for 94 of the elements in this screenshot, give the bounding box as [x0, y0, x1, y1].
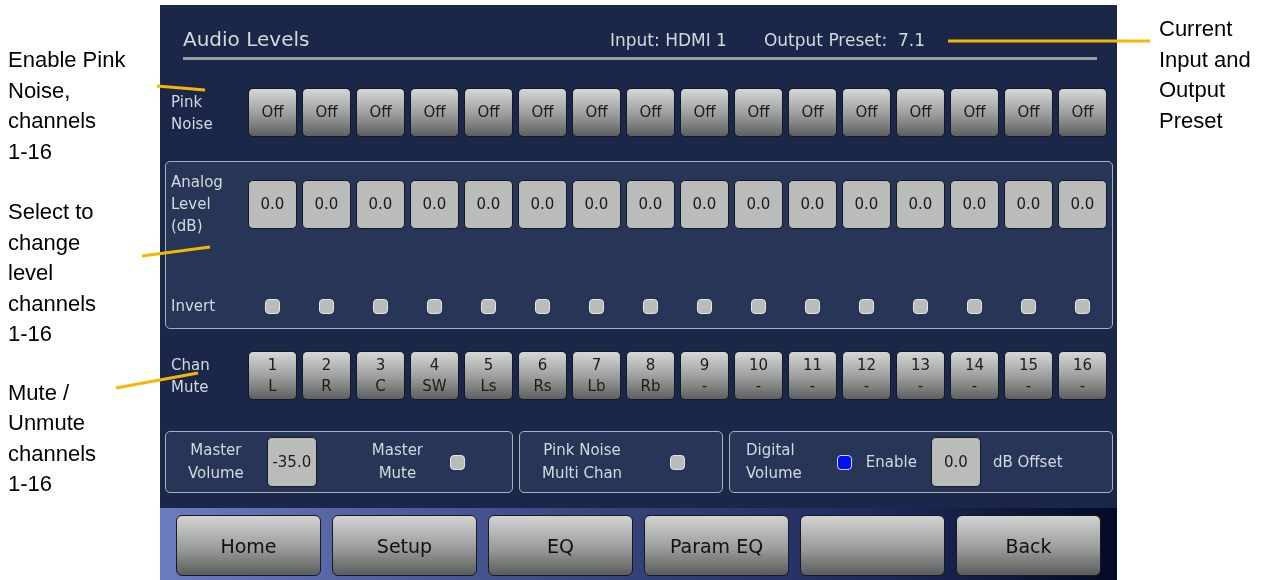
channel-mute-button[interactable]: 6 Rs: [518, 351, 567, 400]
channel-mute-button[interactable]: 16 -: [1058, 351, 1107, 400]
invert-checkbox[interactable]: [427, 298, 442, 314]
noise-toggle-button[interactable]: Off: [842, 88, 891, 137]
row-label: Analog Level (dB): [171, 172, 224, 237]
invert-checkbox[interactable]: [805, 298, 820, 314]
noise-toggle-button[interactable]: Off: [1058, 88, 1107, 137]
channel-mute-button[interactable]: 15 -: [1004, 351, 1053, 400]
invert-checkbox[interactable]: [373, 298, 388, 314]
noise-toggle-button[interactable]: Off: [518, 88, 567, 137]
noise-toggle-button[interactable]: Off: [896, 88, 945, 137]
noise-toggle-button[interactable]: Off: [410, 88, 459, 137]
annotation-text: Enable Pink Noise, channels 1-16: [8, 46, 126, 166]
master-volume-label: Master Volume: [188, 440, 244, 484]
row-label: Pink Noise: [171, 91, 214, 135]
channel-mute-button[interactable]: 9 -: [680, 351, 729, 400]
invert-checkbox[interactable]: [1021, 298, 1036, 314]
noise-toggle-button[interactable]: Off: [464, 88, 513, 137]
invert-checkbox[interactable]: [1075, 298, 1090, 314]
noise-toggle-button[interactable]: Off: [626, 88, 675, 137]
level-button[interactable]: 0.0: [896, 179, 945, 229]
nav-button[interactable]: Setup: [332, 515, 477, 576]
level-button[interactable]: 0.0: [842, 179, 891, 229]
level-button[interactable]: 0.0: [572, 179, 621, 229]
noise-toggle-button[interactable]: Off: [950, 88, 999, 137]
row-label: Invert: [171, 296, 217, 317]
noise-toggle-button[interactable]: Off: [1004, 88, 1053, 137]
offset-field[interactable]: 0.0: [930, 437, 981, 487]
enable-label: Enable: [865, 453, 917, 471]
nav-button[interactable]: Param EQ: [644, 515, 789, 576]
invert-checkbox[interactable]: [265, 298, 280, 314]
nav-button[interactable]: [800, 515, 945, 576]
annotation-text: Mute / Unmute channels 1-16: [8, 378, 97, 498]
level-button[interactable]: 0.0: [302, 179, 351, 229]
invert-checkbox[interactable]: [319, 298, 334, 314]
level-button[interactable]: 0.0: [626, 179, 675, 229]
noise-toggle-button[interactable]: Off: [572, 88, 621, 137]
invert-checkbox[interactable]: [481, 298, 496, 314]
nav-button[interactable]: EQ: [488, 515, 633, 576]
channel-mute-button[interactable]: 7 Lb: [572, 351, 621, 400]
annotation-text: Current Input and Output Preset: [1159, 15, 1252, 135]
master-mute-label: Master Mute: [371, 440, 424, 484]
level-button[interactable]: 0.0: [518, 179, 567, 229]
channel-mute-button[interactable]: 3 C: [356, 351, 405, 400]
invert-checkbox[interactable]: [589, 298, 604, 314]
noise-toggle-button[interactable]: Off: [356, 88, 405, 137]
level-button[interactable]: 0.0: [950, 179, 999, 229]
level-button[interactable]: 0.0: [680, 179, 729, 229]
master-mute-checkbox[interactable]: [450, 454, 466, 470]
channel-mute-button[interactable]: 1 L: [248, 351, 297, 400]
nav-button[interactable]: Back: [956, 515, 1101, 576]
invert-checkbox[interactable]: [751, 298, 766, 314]
digital-volume-label: Digital Volume: [746, 440, 802, 484]
level-button[interactable]: 0.0: [1004, 179, 1053, 229]
row-label: Chan Mute: [171, 354, 211, 398]
channel-mute-button[interactable]: 2 R: [302, 351, 351, 400]
leader-line: [156, 84, 206, 92]
invert-checkbox[interactable]: [967, 298, 982, 314]
invert-checkbox[interactable]: [913, 298, 928, 314]
nav-button[interactable]: Home: [176, 515, 321, 576]
channel-mute-button[interactable]: 13 -: [896, 351, 945, 400]
channel-mute-button[interactable]: 12 -: [842, 351, 891, 400]
invert-checkbox[interactable]: [643, 298, 658, 314]
noise-toggle-button[interactable]: Off: [248, 88, 297, 137]
level-button[interactable]: 0.0: [788, 179, 837, 229]
noise-toggle-button[interactable]: Off: [680, 88, 729, 137]
enable-checkbox[interactable]: [836, 454, 852, 470]
level-button[interactable]: 0.0: [410, 179, 459, 229]
multi-channel-checkbox[interactable]: [670, 454, 686, 470]
screen-title: Audio Levels: [183, 27, 310, 51]
leader-line: [141, 245, 211, 258]
channel-mute-button[interactable]: 10 -: [734, 351, 783, 400]
level-button[interactable]: 0.0: [1058, 179, 1107, 229]
level-button[interactable]: 0.0: [248, 179, 297, 229]
level-button[interactable]: 0.0: [356, 179, 405, 229]
level-button[interactable]: 0.0: [734, 179, 783, 229]
channel-mute-button[interactable]: 11 -: [788, 351, 837, 400]
noise-toggle-button[interactable]: Off: [788, 88, 837, 137]
level-button[interactable]: 0.0: [464, 179, 513, 229]
invert-checkbox[interactable]: [859, 298, 874, 314]
offset-label: dB Offset: [992, 453, 1063, 471]
master-volume-field[interactable]: -35.0: [266, 437, 317, 487]
input-status: Input: HDMI 1: [610, 30, 727, 50]
noise-toggle-button[interactable]: Off: [302, 88, 351, 137]
invert-checkbox[interactable]: [697, 298, 712, 314]
channel-mute-button[interactable]: 4 SW: [410, 351, 459, 400]
invert-checkbox[interactable]: [535, 298, 550, 314]
channel-mute-button[interactable]: 5 Ls: [464, 351, 513, 400]
channel-mute-button[interactable]: 14 -: [950, 351, 999, 400]
channel-mute-button[interactable]: 8 Rb: [626, 351, 675, 400]
multi-channel-label: Pink Noise Multi Chan: [542, 440, 623, 484]
output-preset-status: Output Preset: 7.1: [763, 30, 925, 50]
annotation-text: Select to change level channels 1-16: [8, 198, 97, 348]
noise-toggle-button[interactable]: Off: [734, 88, 783, 137]
